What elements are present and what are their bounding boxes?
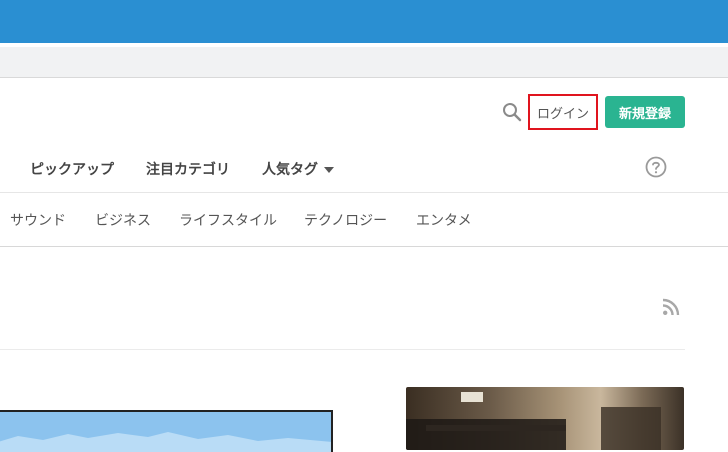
nav-divider [0,192,728,193]
nav-item-popular-tags-label: 人気タグ [262,162,318,178]
nav-item-pickup[interactable]: ピックアップ [30,159,114,179]
rss-icon[interactable] [662,298,680,316]
browser-title-bar [0,0,728,43]
category-item-lifestyle[interactable]: ライフスタイル [179,210,277,230]
nav-item-popular-tags[interactable]: 人気タグ [262,159,334,179]
category-divider [0,246,728,247]
caret-down-icon [324,167,334,173]
signup-button-label: 新規登録 [618,106,671,122]
map-illustration [0,432,331,452]
main-nav: ピックアップ 注目カテゴリ 人気タグ [0,150,728,192]
article-thumbnail-left[interactable] [0,410,333,452]
category-item-entertainment[interactable]: エンタメ [416,210,472,230]
address-bar[interactable] [0,47,728,78]
article-thumbnail-right[interactable] [406,387,684,450]
category-item-business[interactable]: ビジネス [95,210,151,230]
photo-illustration [406,392,661,450]
login-button[interactable]: ログイン [528,94,598,130]
login-button-label: ログイン [536,106,589,122]
search-icon[interactable] [501,101,523,123]
nav-item-featured-category[interactable]: 注目カテゴリ [146,159,230,179]
signup-button[interactable]: 新規登録 [605,96,685,128]
category-nav: サウンド ビジネス ライフスタイル テクノロジー エンタメ [0,196,728,244]
category-item-technology[interactable]: テクノロジー [304,210,387,230]
category-item-sound[interactable]: サウンド [10,210,66,230]
help-icon[interactable] [645,156,667,178]
section-divider [0,349,685,350]
